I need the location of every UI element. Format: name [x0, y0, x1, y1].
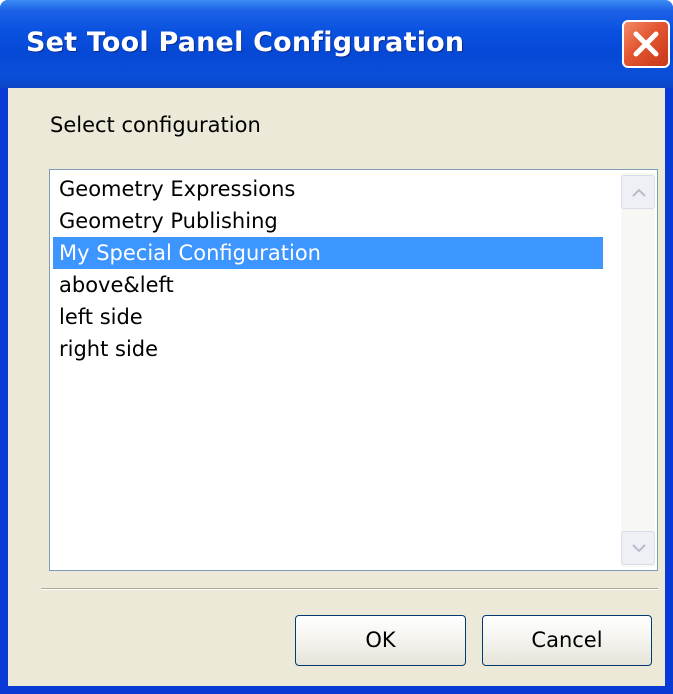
close-icon	[633, 31, 659, 57]
vertical-scrollbar[interactable]	[621, 173, 655, 567]
chevron-up-icon	[632, 188, 646, 197]
window-title: Set Tool Panel Configuration	[26, 27, 465, 58]
configuration-listbox[interactable]: Geometry Expressions Geometry Publishing…	[49, 169, 658, 571]
list-item-my-special-configuration[interactable]: My Special Configuration	[53, 237, 603, 269]
scroll-down-button[interactable]	[621, 531, 655, 565]
title-bar[interactable]: Set Tool Panel Configuration	[0, 0, 673, 88]
configuration-list: Geometry Expressions Geometry Publishing…	[53, 173, 603, 365]
scroll-up-button[interactable]	[621, 175, 655, 209]
list-item-left-side[interactable]: left side	[53, 301, 603, 333]
cancel-button[interactable]: Cancel	[482, 615, 652, 666]
close-button[interactable]	[622, 20, 670, 68]
list-item-geometry-publishing[interactable]: Geometry Publishing	[53, 205, 603, 237]
dialog-body: Select configuration Geometry Expression…	[8, 88, 665, 686]
button-separator	[41, 588, 658, 590]
chevron-down-icon	[632, 544, 646, 553]
ok-button[interactable]: OK	[295, 615, 466, 666]
list-item-above-left[interactable]: above&left	[53, 269, 603, 301]
list-item-right-side[interactable]: right side	[53, 333, 603, 365]
list-item-geometry-expressions[interactable]: Geometry Expressions	[53, 173, 603, 205]
dialog-window: Set Tool Panel Configuration Select conf…	[0, 0, 673, 694]
select-configuration-label: Select configuration	[50, 113, 261, 137]
